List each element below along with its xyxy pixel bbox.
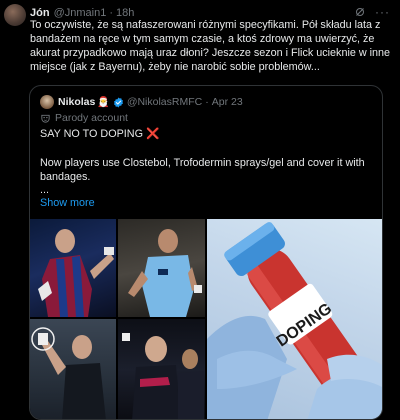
media-photo-4[interactable] xyxy=(118,319,205,419)
show-more-link[interactable]: Show more xyxy=(40,196,95,210)
photo-3-art xyxy=(31,327,106,419)
quote-headline-text: SAY NO TO DOPING xyxy=(40,128,143,140)
parody-label: Parody account xyxy=(40,112,128,124)
quote-ellipsis: ... xyxy=(40,184,49,196)
author-avatar[interactable] xyxy=(4,4,26,26)
parody-label-text: Parody account xyxy=(55,112,128,124)
santa-hat-emoji: 🎅 xyxy=(97,96,110,108)
quote-header: Nikolas 🎅 @NikolasRMFC · Apr 23 xyxy=(40,94,243,110)
media-photo-1[interactable] xyxy=(30,219,116,317)
media-grid: DOPING xyxy=(30,219,382,419)
photo-2-art xyxy=(128,229,202,317)
tweet[interactable]: Jón @Jnmain1 · 18h ··· To oczywiste, że … xyxy=(0,0,400,420)
photo-5-art: DOPING xyxy=(207,222,382,419)
photo-4-art xyxy=(122,333,204,419)
quote-author-name[interactable]: Nikolas xyxy=(58,96,95,108)
more-options-icon[interactable]: ··· xyxy=(375,5,390,19)
media-photo-3[interactable] xyxy=(30,319,116,419)
verified-badge-icon xyxy=(113,96,123,108)
quote-body: Now players use Clostebol, Trofodermin s… xyxy=(40,157,365,183)
cross-mark-emoji: ❌ xyxy=(146,128,160,140)
quote-date[interactable]: Apr 23 xyxy=(212,96,243,108)
separator-dot: · xyxy=(205,96,209,108)
quote-headline: SAY NO TO DOPING ❌ xyxy=(40,127,159,141)
quote-author-handle[interactable]: @NikolasRMFC xyxy=(127,96,202,108)
tweet-text: To oczywiste, że są nafaszerowani różnym… xyxy=(30,19,391,73)
quoted-tweet[interactable]: Nikolas 🎅 @NikolasRMFC · Apr 23 Parody a… xyxy=(29,85,383,420)
photo-1-art xyxy=(38,229,114,317)
quote-author-avatar[interactable] xyxy=(40,95,54,109)
parody-mask-icon xyxy=(41,114,50,123)
media-photo-2[interactable] xyxy=(118,219,205,317)
grok-icon[interactable] xyxy=(354,6,366,18)
media-photo-doping-vial[interactable]: DOPING xyxy=(207,219,382,419)
